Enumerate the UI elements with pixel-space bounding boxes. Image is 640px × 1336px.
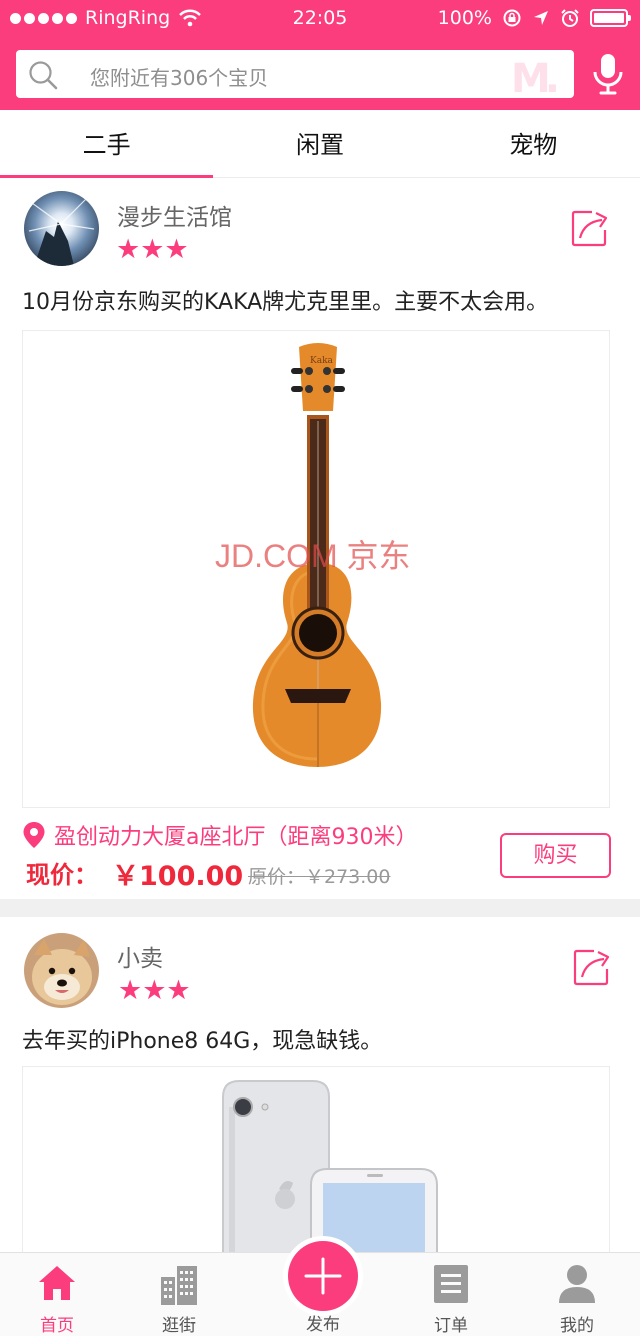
plus-icon bbox=[304, 1257, 342, 1295]
seller-rating: ★★★ bbox=[118, 975, 191, 1006]
tabbar-home-label: 首页 bbox=[40, 1316, 74, 1336]
item-description: 去年买的iPhone8 64G，现急缺钱。 bbox=[22, 1029, 383, 1054]
alarm-icon bbox=[561, 9, 579, 27]
user-icon bbox=[559, 1265, 595, 1303]
app-header: RingRing 22:05 100% 您附近有306个宝贝 M. bbox=[0, 0, 640, 110]
seller-name: 漫步生活馆 bbox=[117, 205, 232, 231]
location-text: 盈创动力大厦a座北厅（距离930米） bbox=[54, 825, 418, 850]
original-price: 原价：￥273.00 bbox=[248, 866, 391, 888]
publish-button[interactable] bbox=[283, 1236, 363, 1316]
search-placeholder: 您附近有306个宝贝 bbox=[90, 66, 269, 90]
current-price-label: 现价： bbox=[26, 861, 98, 889]
publish-label: 发布 bbox=[306, 1315, 340, 1335]
card-divider bbox=[0, 899, 640, 917]
location-pin-icon bbox=[23, 822, 45, 848]
item-photo[interactable]: Kaka JD.COM 京东 bbox=[22, 330, 610, 808]
item-photo[interactable] bbox=[22, 1066, 610, 1252]
tabbar-mine[interactable]: 我的 bbox=[527, 1253, 627, 1336]
share-icon[interactable] bbox=[570, 208, 610, 248]
microphone-icon[interactable] bbox=[590, 52, 626, 96]
tabbar-home[interactable]: 首页 bbox=[7, 1253, 107, 1336]
tab-pets[interactable]: 宠物 bbox=[427, 110, 640, 177]
orders-icon bbox=[434, 1265, 468, 1303]
share-icon[interactable] bbox=[572, 947, 612, 987]
location-arrow-icon bbox=[534, 11, 548, 25]
battery-percent: 100% bbox=[437, 7, 492, 29]
avatar[interactable] bbox=[24, 191, 99, 266]
tabbar-orders-label: 订单 bbox=[434, 1316, 468, 1336]
app-logo: M. bbox=[511, 56, 560, 102]
battery-icon bbox=[590, 9, 631, 27]
rotation-lock-icon bbox=[503, 9, 521, 27]
tabbar-orders[interactable]: 订单 bbox=[401, 1253, 501, 1336]
current-price: ￥100.00 bbox=[112, 861, 244, 892]
item-card: 漫步生活馆 ★★★ 10月份京东购买的KAKA牌尤克里里。主要不太会用。 Kak… bbox=[0, 178, 640, 899]
category-tabs: 二手 闲置 宠物 bbox=[0, 110, 640, 178]
search-icon bbox=[29, 61, 58, 90]
seller-rating: ★★★ bbox=[116, 234, 189, 265]
tab-secondhand[interactable]: 二手 bbox=[0, 110, 214, 178]
buildings-icon bbox=[161, 1266, 197, 1305]
tabbar-browse[interactable]: 逛街 bbox=[129, 1253, 229, 1336]
buy-button[interactable]: 购买 bbox=[500, 833, 611, 878]
tabbar-mine-label: 我的 bbox=[560, 1316, 594, 1336]
tabbar-browse-label: 逛街 bbox=[162, 1316, 196, 1336]
tab-idle[interactable]: 闲置 bbox=[213, 110, 426, 177]
seller-name: 小卖 bbox=[117, 946, 163, 972]
avatar[interactable] bbox=[24, 933, 99, 1008]
item-card: 小卖 ★★★ 去年买的iPhone8 64G，现急缺钱。 bbox=[0, 917, 640, 1252]
home-icon bbox=[39, 1266, 75, 1300]
item-location: 盈创动力大厦a座北厅（距离930米） bbox=[22, 819, 417, 851]
status-bar: RingRing 22:05 100% bbox=[0, 0, 640, 38]
svg-text:Kaka: Kaka bbox=[310, 356, 334, 366]
photo-watermark: JD.COM 京东 bbox=[215, 538, 411, 574]
item-description: 10月份京东购买的KAKA牌尤克里里。主要不太会用。 bbox=[22, 290, 549, 315]
search-bar[interactable]: 您附近有306个宝贝 M. bbox=[16, 50, 574, 102]
